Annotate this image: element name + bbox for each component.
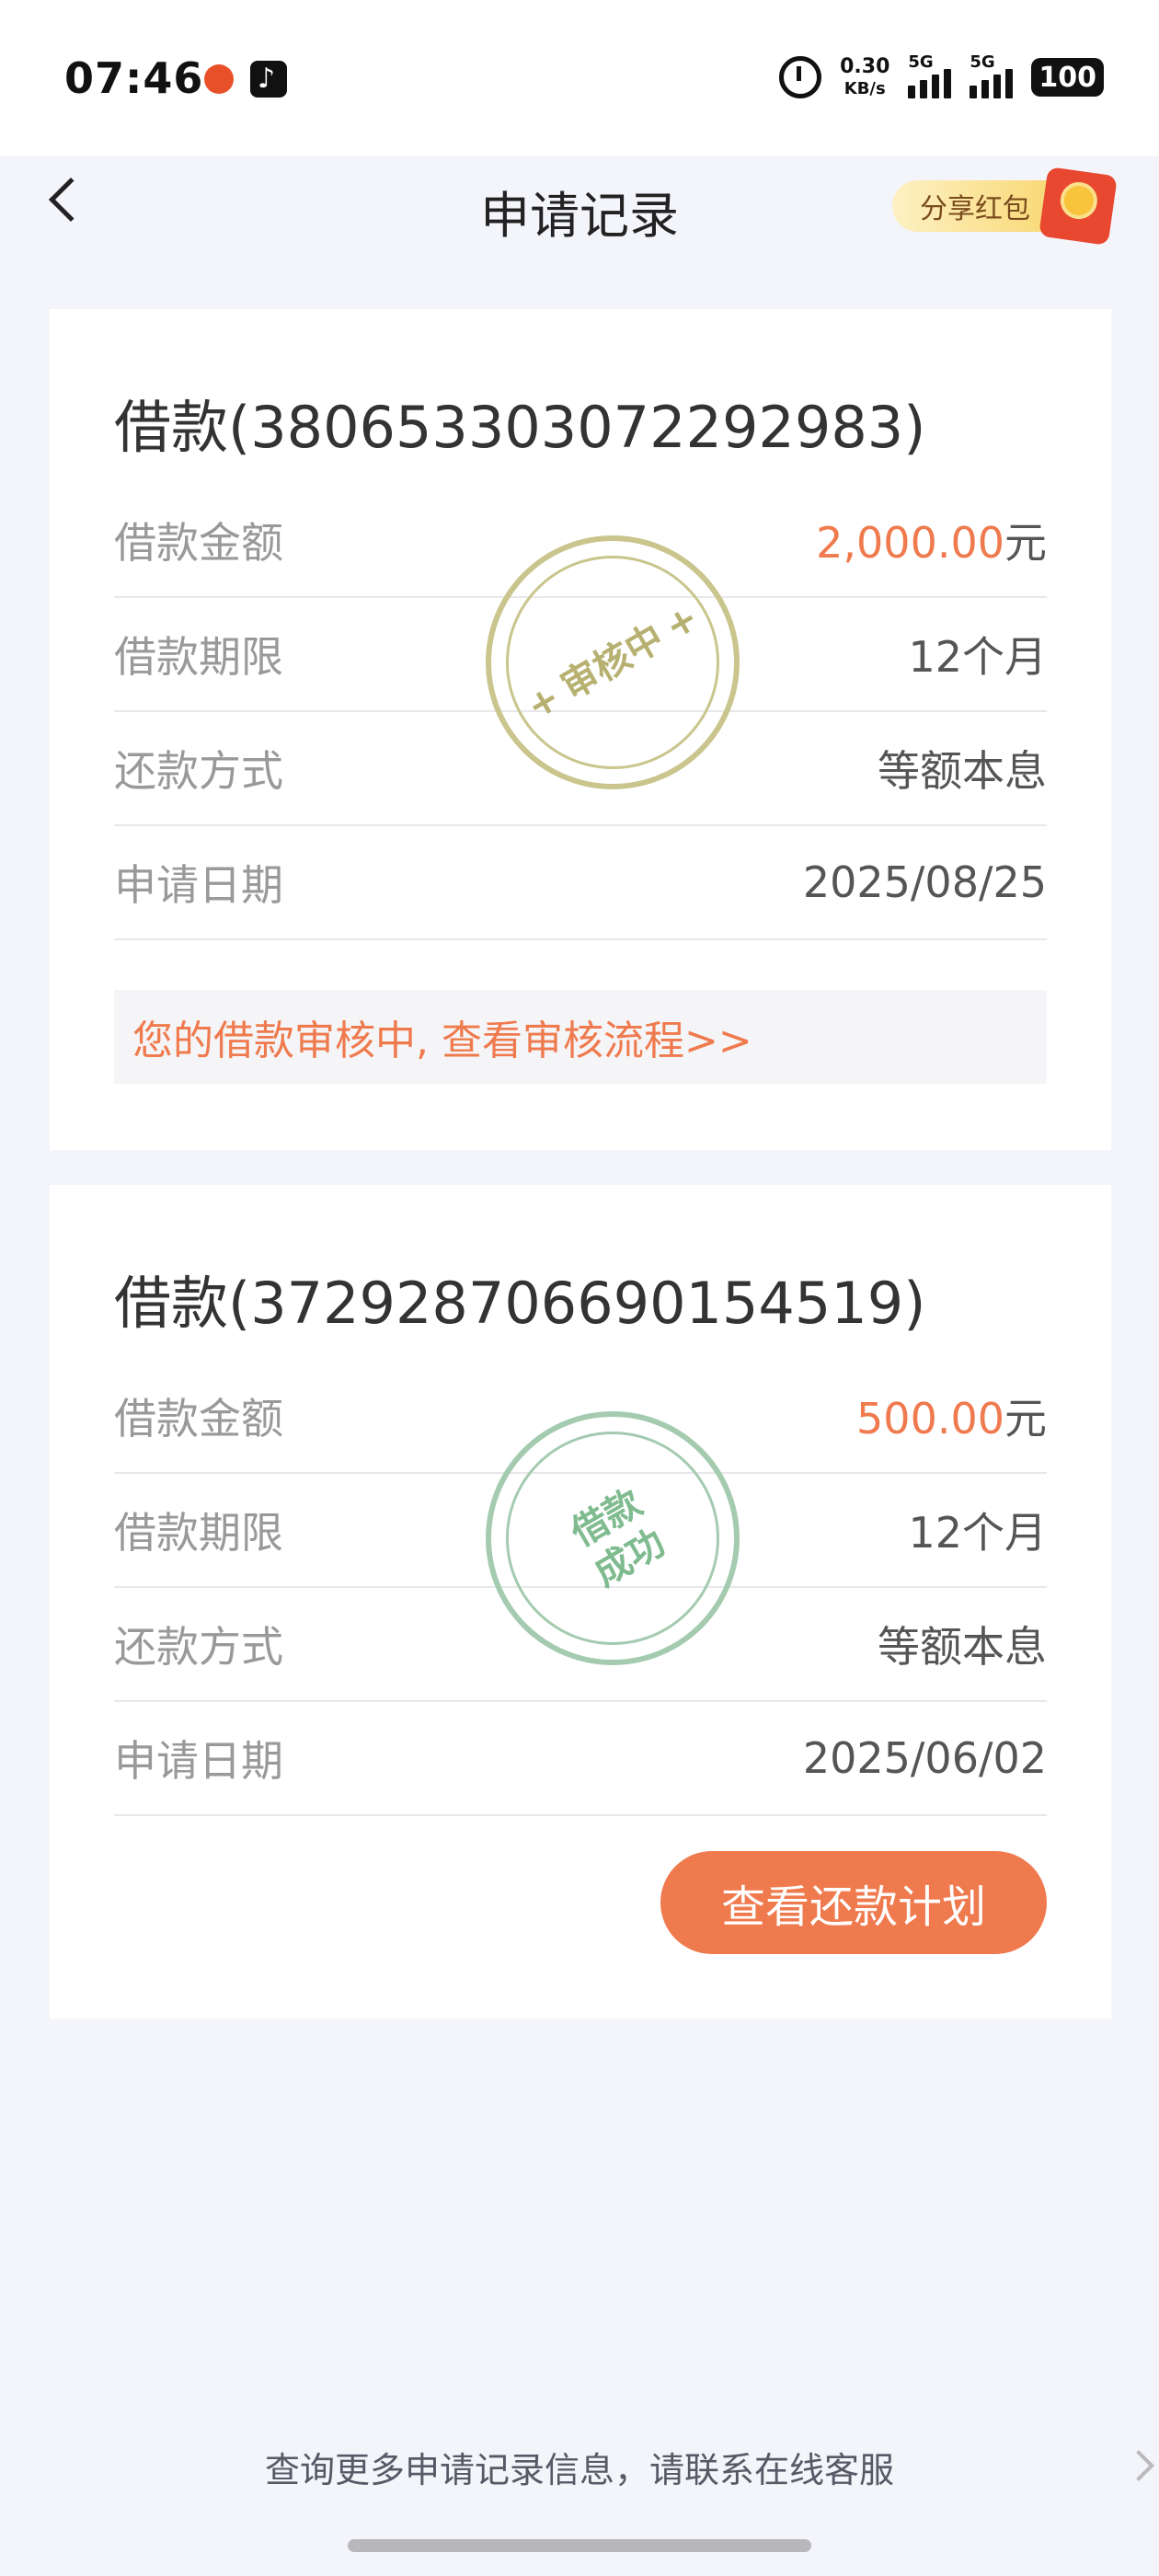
- share-red-packet-button[interactable]: 分享红包: [892, 180, 1049, 232]
- signal-icon: 5G: [908, 52, 952, 98]
- contact-service-hint[interactable]: 查询更多申请记录信息，请联系在线客服: [0, 2442, 1159, 2492]
- network-speed: 0.30 KB/s: [840, 55, 890, 98]
- status-time: 07:46: [64, 53, 204, 103]
- alarm-icon: [779, 56, 822, 98]
- view-repayment-plan-button[interactable]: 查看还款计划: [660, 1851, 1047, 1954]
- home-indicator[interactable]: [348, 2539, 811, 2552]
- review-process-link[interactable]: 您的借款审核中, 查看审核流程>>: [114, 990, 1047, 1084]
- signal-icon: 5G: [970, 52, 1014, 98]
- loan-title: 借款(3806533030722929​83): [114, 394, 926, 461]
- red-packet-icon[interactable]: [1039, 167, 1118, 246]
- under-review-stamp: + 审核中 +: [486, 535, 740, 789]
- apply-date-row: 申请日期 2025/06/02: [114, 1702, 1047, 1816]
- loan-record-card: 借款(3806533030722929​83) 借款金额 2,000.00元 借…: [50, 309, 1111, 1150]
- tiktok-icon: ♪: [250, 61, 287, 98]
- loan-amount: 500.00: [856, 1394, 1004, 1443]
- loan-record-card: 借款(372928706690154519) 借款金额 500.00元 借款期限…: [50, 1185, 1111, 2018]
- share-label: 分享红包: [920, 193, 1030, 225]
- battery-icon: 100: [1031, 58, 1104, 97]
- screen: 07:46 ♪ 0.30 KB/s 5G 5G 100 申请记录 分享红包 借款…: [0, 0, 1159, 2576]
- loan-amount: 2,000.00: [816, 518, 1004, 568]
- loan-title: 借款(372928706690154519): [114, 1270, 926, 1337]
- notification-app-icon: [201, 61, 237, 98]
- loan-success-stamp: 借款 成功: [486, 1411, 740, 1665]
- apply-date-row: 申请日期 2025/08/25: [114, 826, 1047, 940]
- status-icons: 0.30 KB/s 5G 5G 100: [779, 52, 1104, 103]
